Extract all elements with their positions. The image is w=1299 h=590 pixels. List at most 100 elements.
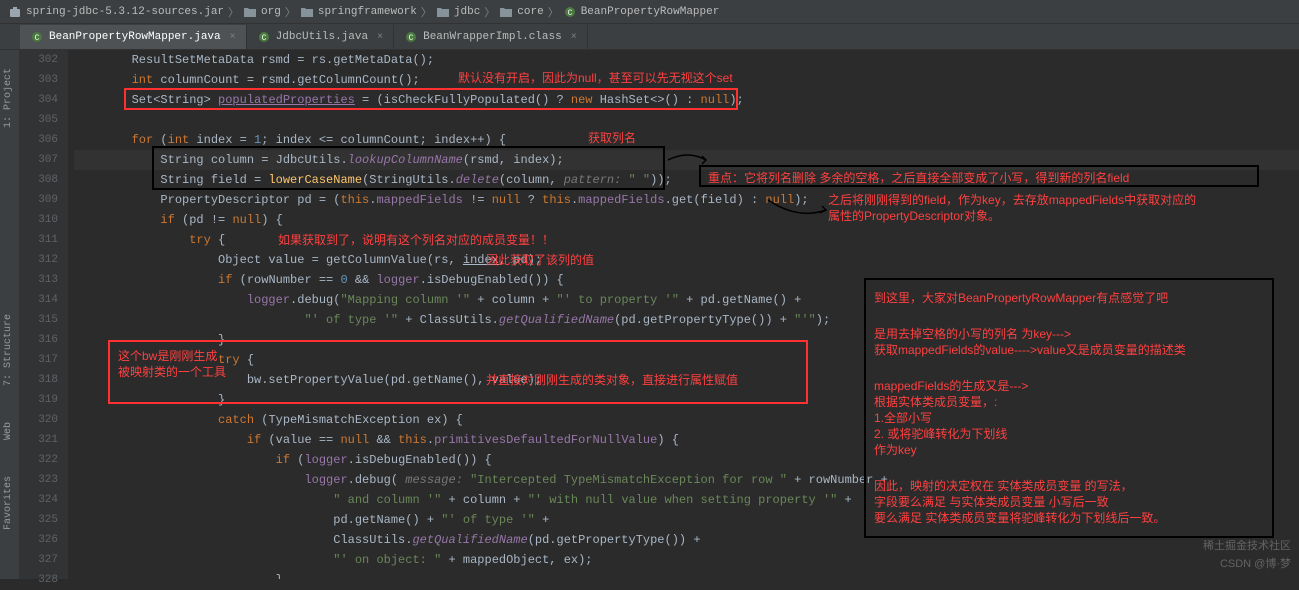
tab-label: BeanPropertyRowMapper.java	[49, 31, 221, 43]
line-number: 302	[20, 50, 58, 70]
line-number: 320	[20, 410, 58, 430]
line-number: 318	[20, 370, 58, 390]
line-number: 315	[20, 310, 58, 330]
line-number: 324	[20, 490, 58, 510]
code-line: ClassUtils.getQualifiedName(pd.getProper…	[74, 530, 1299, 550]
tab-beanwrapperimpl[interactable]: C BeanWrapperImpl.class ×	[394, 25, 588, 49]
code-line: pd.getName() + "' of type '" +	[74, 510, 1299, 530]
chevron-right-icon: 〉	[548, 4, 559, 20]
breadcrumb-p4[interactable]: core	[517, 6, 543, 18]
line-number: 323	[20, 470, 58, 490]
line-number: 313	[20, 270, 58, 290]
close-icon[interactable]: ×	[230, 32, 236, 43]
breadcrumb-p3[interactable]: jdbc	[454, 6, 480, 18]
line-number: 328	[20, 570, 58, 590]
code-line: if (pd != null) {	[74, 210, 1299, 230]
close-icon[interactable]: ×	[377, 32, 383, 43]
code-line	[74, 110, 1299, 130]
code-line: Object value = getColumnValue(rs, index,…	[74, 250, 1299, 270]
class-icon: C	[563, 5, 577, 19]
line-number: 307	[20, 150, 58, 170]
class-icon: C	[257, 30, 271, 44]
watermark: CSDN @博·梦	[1220, 555, 1291, 571]
tab-beanpropertyrowmapper[interactable]: C BeanPropertyRowMapper.java ×	[20, 25, 247, 49]
code-area[interactable]: ResultSetMetaData rsmd = rs.getMetaData(…	[68, 50, 1299, 579]
line-number: 316	[20, 330, 58, 350]
class-icon: C	[30, 30, 44, 44]
code-line: }	[74, 570, 1299, 579]
code-line: try {	[74, 350, 1299, 370]
editor-tabs: C BeanPropertyRowMapper.java × C JdbcUti…	[0, 24, 1299, 50]
folder-icon	[499, 5, 513, 19]
line-number: 303	[20, 70, 58, 90]
code-line: if (value == null && this.primitivesDefa…	[74, 430, 1299, 450]
code-line: }	[74, 330, 1299, 350]
code-line: String field = lowerCaseName(StringUtils…	[74, 170, 1299, 190]
tool-sidebar: 1: Project 7: Structure Web Favorites	[0, 50, 20, 579]
breadcrumb-jar[interactable]: spring-jdbc-5.3.12-sources.jar	[26, 6, 224, 18]
code-editor[interactable]: 3023033043053063073083093103113123133143…	[20, 50, 1299, 579]
code-line: logger.debug("Mapping column '" + column…	[74, 290, 1299, 310]
sidebar-structure[interactable]: 7: Structure	[0, 306, 17, 394]
code-line: logger.debug( message: "Intercepted Type…	[74, 470, 1299, 490]
line-number: 311	[20, 230, 58, 250]
code-line: bw.setPropertyValue(pd.getName(), value)…	[74, 370, 1299, 390]
close-icon[interactable]: ×	[571, 32, 577, 43]
code-line: }	[74, 390, 1299, 410]
line-number: 326	[20, 530, 58, 550]
class-icon: C	[404, 30, 418, 44]
chevron-right-icon: 〉	[421, 4, 432, 20]
line-number: 319	[20, 390, 58, 410]
code-line: "' on object: " + mappedObject, ex);	[74, 550, 1299, 570]
line-number: 312	[20, 250, 58, 270]
folder-icon	[436, 5, 450, 19]
line-number: 327	[20, 550, 58, 570]
breadcrumb: spring-jdbc-5.3.12-sources.jar 〉 org 〉 s…	[0, 0, 1299, 24]
arrow-icon	[768, 195, 828, 225]
code-line: Set<String> populatedProperties = (isChe…	[74, 90, 1299, 110]
watermark: 稀土掘金技术社区	[1203, 537, 1291, 553]
chevron-right-icon: 〉	[285, 4, 296, 20]
breadcrumb-p2[interactable]: springframework	[318, 6, 417, 18]
breadcrumb-class[interactable]: BeanPropertyRowMapper	[581, 6, 720, 18]
line-number: 314	[20, 290, 58, 310]
folder-icon	[243, 5, 257, 19]
line-number: 317	[20, 350, 58, 370]
code-line: int columnCount = rsmd.getColumnCount();	[74, 70, 1299, 90]
code-line: for (int index = 1; index <= columnCount…	[74, 130, 1299, 150]
tab-label: BeanWrapperImpl.class	[423, 31, 562, 43]
line-number: 310	[20, 210, 58, 230]
chevron-right-icon: 〉	[228, 4, 239, 20]
line-number: 321	[20, 430, 58, 450]
svg-text:C: C	[409, 34, 414, 43]
line-number: 306	[20, 130, 58, 150]
line-number: 309	[20, 190, 58, 210]
arrow-icon	[668, 150, 708, 170]
line-number: 322	[20, 450, 58, 470]
svg-text:C: C	[35, 34, 40, 43]
line-number: 308	[20, 170, 58, 190]
tab-label: JdbcUtils.java	[276, 31, 368, 43]
svg-text:C: C	[567, 9, 572, 18]
code-line: if (logger.isDebugEnabled()) {	[74, 450, 1299, 470]
line-gutter: 3023033043053063073083093103113123133143…	[20, 50, 68, 579]
sidebar-favorites[interactable]: Favorites	[0, 468, 17, 538]
code-line: PropertyDescriptor pd = (this.mappedFiel…	[74, 190, 1299, 210]
code-line: " and column '" + column + "' with null …	[74, 490, 1299, 510]
chevron-right-icon: 〉	[484, 4, 495, 20]
breadcrumb-p1[interactable]: org	[261, 6, 281, 18]
sidebar-project[interactable]: 1: Project	[0, 60, 17, 136]
code-line: ResultSetMetaData rsmd = rs.getMetaData(…	[74, 50, 1299, 70]
code-line: try {	[74, 230, 1299, 250]
jar-icon	[8, 5, 22, 19]
code-line: catch (TypeMismatchException ex) {	[74, 410, 1299, 430]
tab-jdbcutils[interactable]: C JdbcUtils.java ×	[247, 25, 394, 49]
code-line: if (rowNumber == 0 && logger.isDebugEnab…	[74, 270, 1299, 290]
svg-text:C: C	[261, 34, 266, 43]
sidebar-web[interactable]: Web	[0, 414, 17, 448]
code-line: "' of type '" + ClassUtils.getQualifiedN…	[74, 310, 1299, 330]
line-number: 305	[20, 110, 58, 130]
line-number: 325	[20, 510, 58, 530]
line-number: 304	[20, 90, 58, 110]
folder-icon	[300, 5, 314, 19]
